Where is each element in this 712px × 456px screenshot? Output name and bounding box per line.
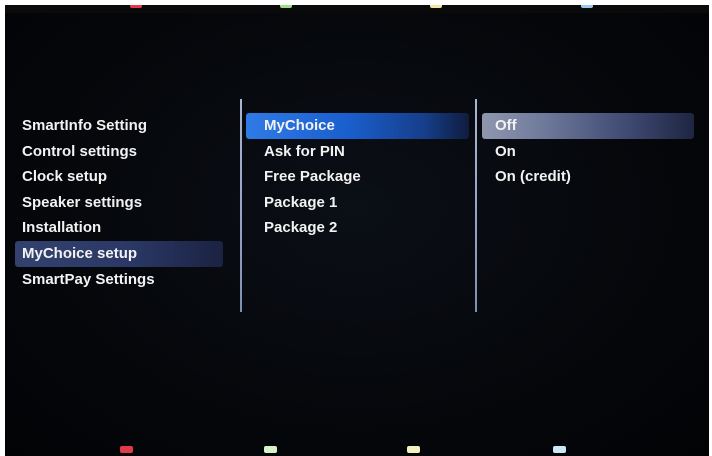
mychoice-options: Off On On (credit) (482, 113, 694, 190)
submenu-item-ask-for-pin[interactable]: Ask for PIN (246, 139, 469, 165)
green-key[interactable] (264, 446, 277, 453)
top-blue-indicator (581, 5, 593, 8)
mychoice-submenu: MyChoice Ask for PIN Free Package Packag… (246, 113, 469, 241)
menu-item-mychoice-setup[interactable]: MyChoice setup (15, 240, 223, 267)
top-yellow-indicator (430, 5, 442, 8)
option-off[interactable]: Off (482, 113, 694, 139)
menu-item-smartinfo-setting[interactable]: SmartInfo Setting (15, 113, 223, 139)
column-divider-left (240, 99, 242, 312)
menu-item-control-settings[interactable]: Control settings (15, 139, 223, 165)
option-on[interactable]: On (482, 139, 694, 165)
menu-item-smartpay-settings[interactable]: SmartPay Settings (15, 267, 223, 293)
top-indicator-bar (5, 5, 709, 13)
top-red-indicator (130, 5, 142, 8)
submenu-item-package-1[interactable]: Package 1 (246, 190, 469, 216)
red-key[interactable] (120, 446, 133, 453)
submenu-item-package-2[interactable]: Package 2 (246, 215, 469, 241)
menu-item-speaker-settings[interactable]: Speaker settings (15, 190, 223, 216)
blue-key[interactable] (553, 446, 566, 453)
submenu-item-free-package[interactable]: Free Package (246, 164, 469, 190)
tv-screen: SmartInfo Setting Control settings Clock… (5, 5, 709, 456)
menu-item-clock-setup[interactable]: Clock setup (15, 164, 223, 190)
column-divider-right (475, 99, 477, 312)
top-green-indicator (280, 5, 292, 8)
submenu-item-mychoice[interactable]: MyChoice (246, 113, 469, 139)
menu-item-installation[interactable]: Installation (15, 215, 223, 241)
option-on-credit[interactable]: On (credit) (482, 164, 694, 190)
yellow-key[interactable] (407, 446, 420, 453)
settings-menu: SmartInfo Setting Control settings Clock… (15, 113, 223, 292)
